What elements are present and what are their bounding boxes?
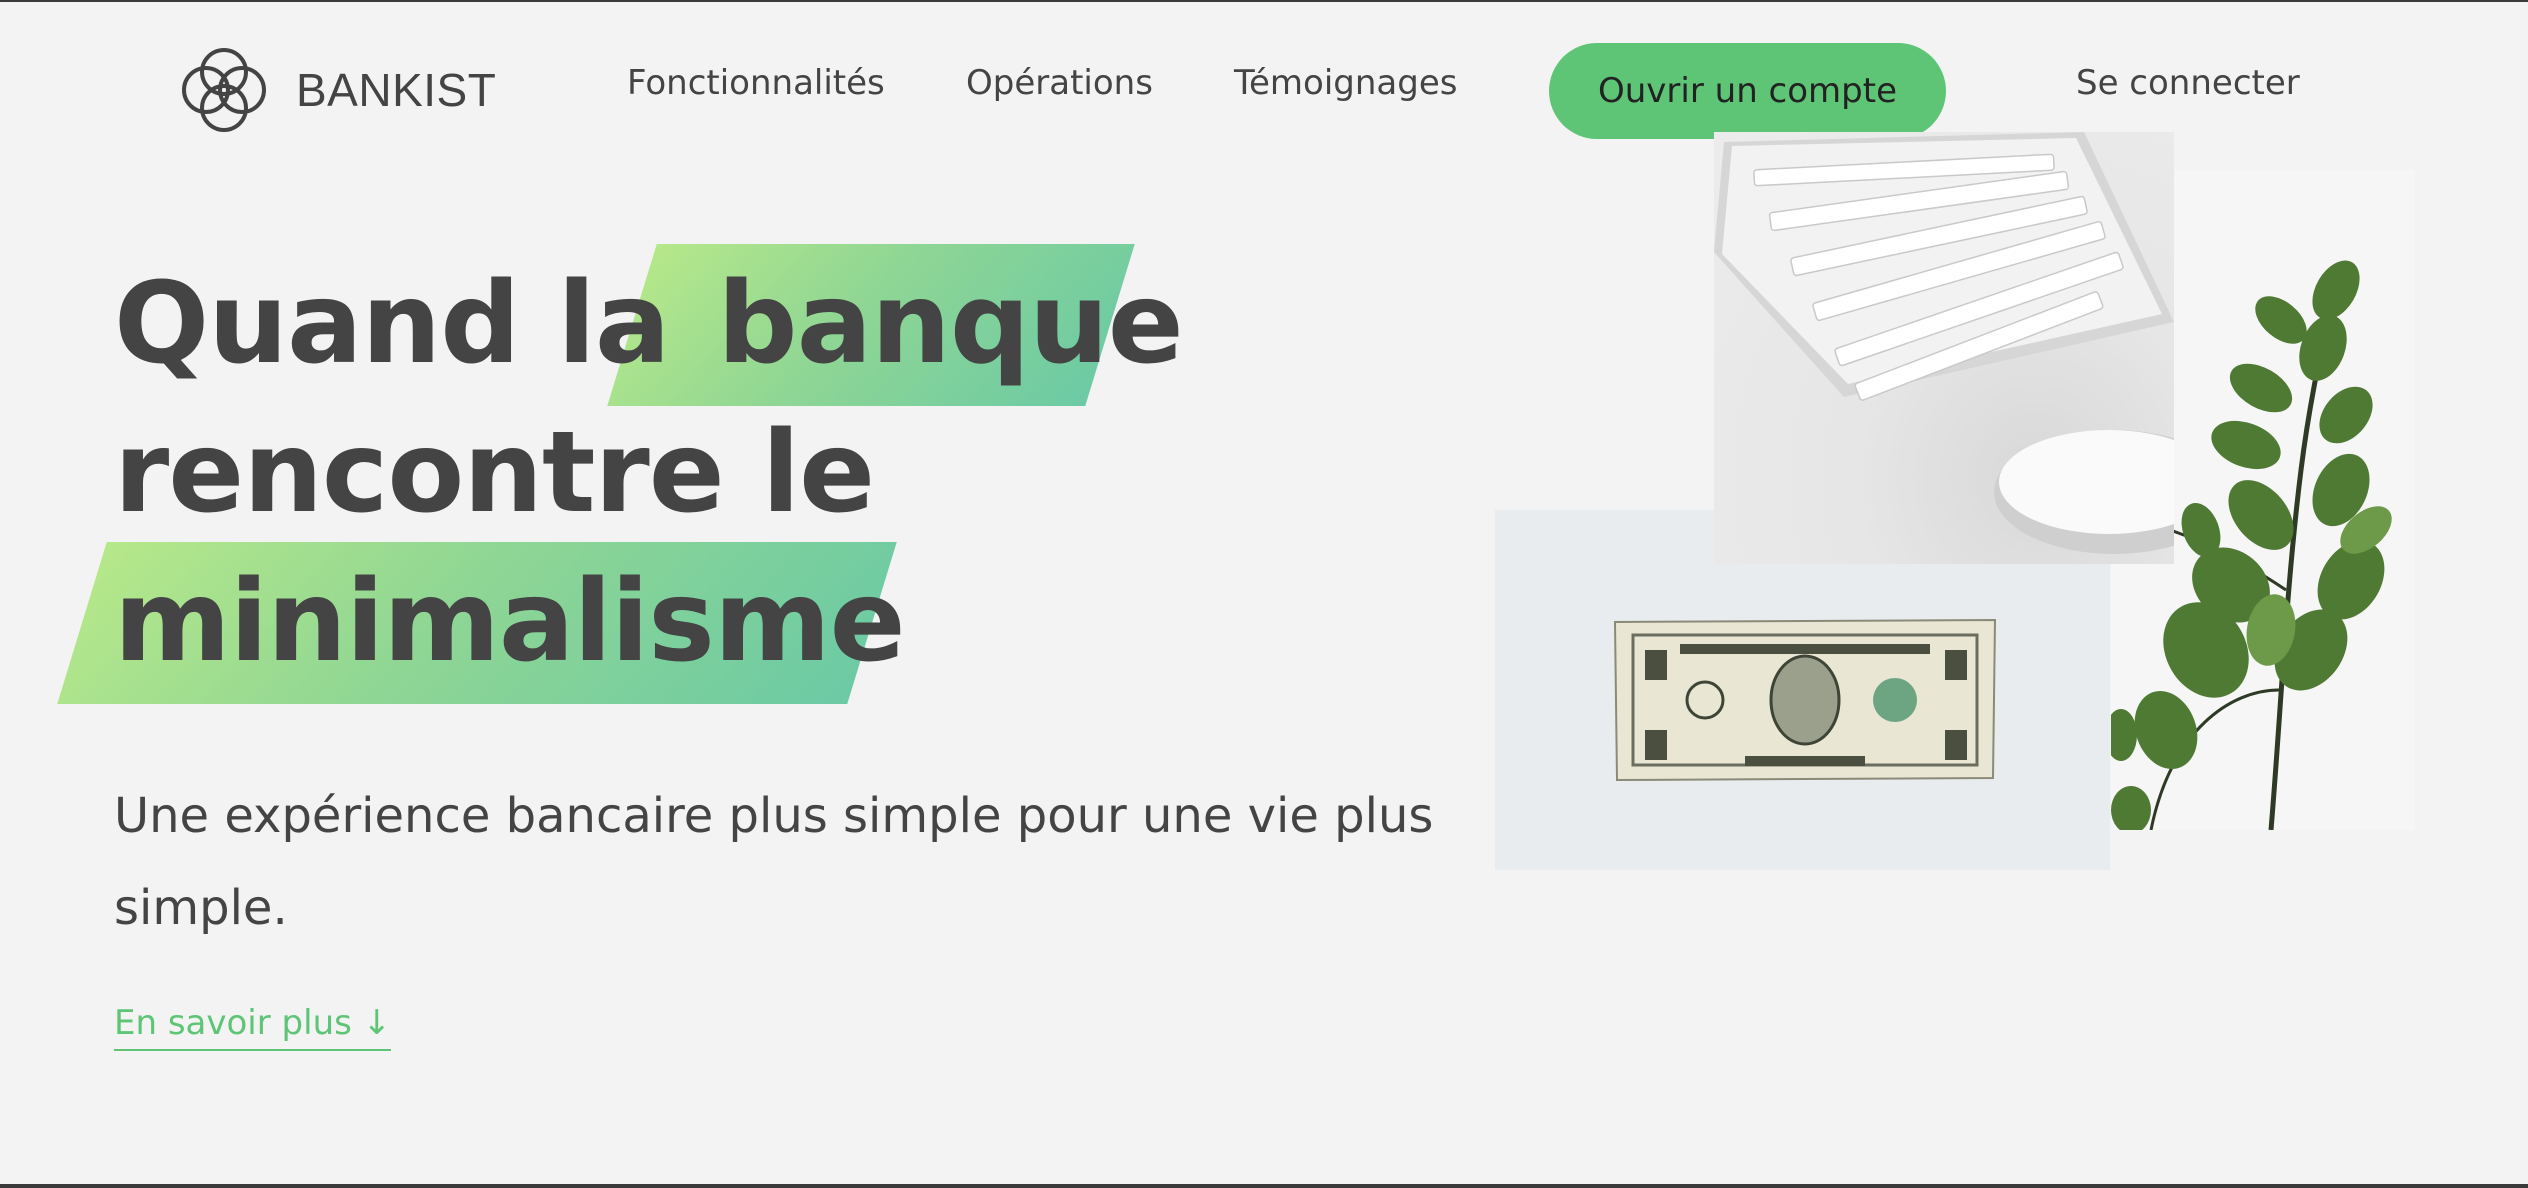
- keyboard-icon: [1714, 132, 2174, 554]
- bottom-border: [0, 1184, 2528, 1188]
- login-link[interactable]: Se connecter: [2076, 66, 2300, 100]
- hero-line1-prefix: Quand la: [114, 259, 670, 389]
- nav-link-features[interactable]: Fonctionnalités: [627, 66, 885, 100]
- hero-line1-highlight: banque: [717, 259, 1183, 389]
- hero-line3-highlight: minimalisme: [114, 557, 906, 687]
- nav-link-testimonials[interactable]: Témoignages: [1234, 66, 1457, 100]
- learn-more-link[interactable]: En savoir plus ↓: [114, 1003, 392, 1051]
- logo[interactable]: BANKIST: [178, 44, 496, 136]
- nav-link-operations[interactable]: Opérations: [966, 66, 1153, 100]
- bankist-logo-icon: [182, 48, 266, 132]
- brand-name: BANKIST: [296, 64, 497, 116]
- open-account-button[interactable]: Ouvrir un compte: [1549, 43, 1946, 139]
- hero-line2: rencontre le: [114, 408, 875, 538]
- keyboard-image: [1714, 132, 2174, 564]
- dollar-bill-icon: [1613, 618, 1997, 782]
- hero-subtitle: Une expérience bancaire plus simple pour…: [114, 788, 1434, 936]
- dollar-image: [1495, 510, 2110, 870]
- top-border: [0, 0, 2528, 2]
